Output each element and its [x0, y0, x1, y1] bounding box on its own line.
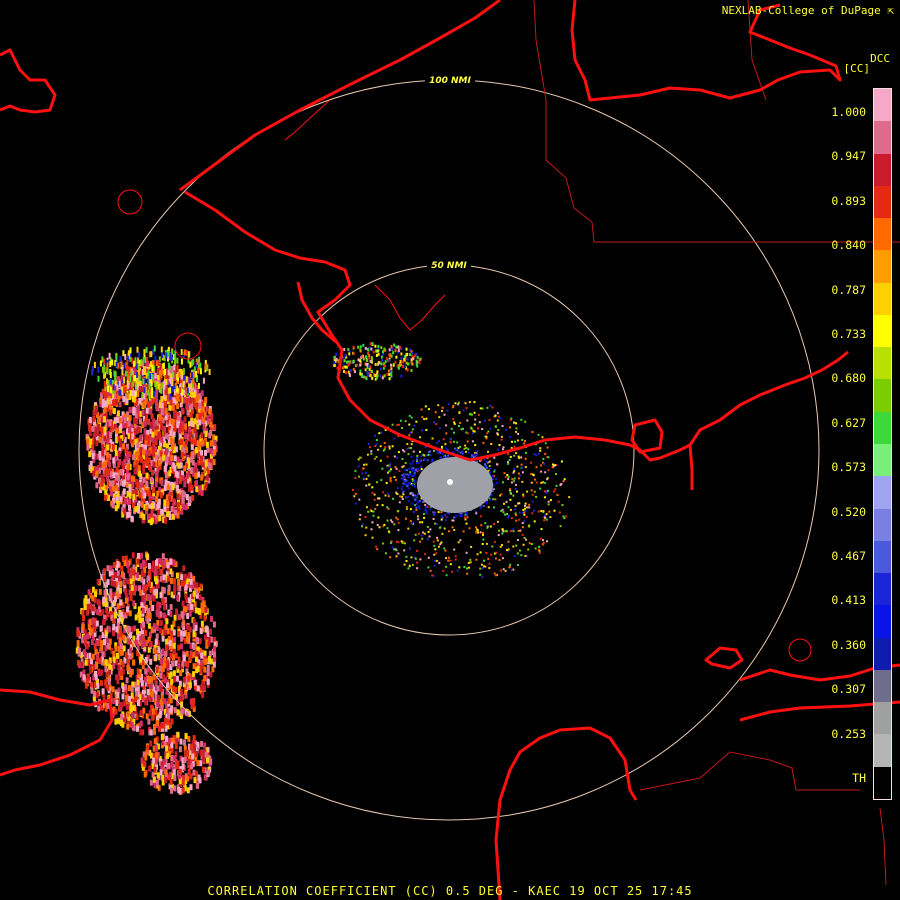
legend-band	[874, 218, 891, 251]
coastline-inner-marsh	[284, 99, 446, 331]
legend-tick-label: 0.947	[831, 149, 866, 164]
legend-band	[874, 573, 891, 606]
legend-band	[874, 121, 891, 155]
legend-tick-label: 0.253	[831, 726, 866, 741]
coastline-bottom-left	[0, 688, 114, 777]
coastline-right-lower	[688, 444, 694, 490]
legend-tick-label: 0.573	[831, 460, 866, 475]
legend-tick-label: 0.893	[831, 193, 866, 208]
legend-band	[874, 476, 891, 510]
legend-band	[874, 153, 891, 187]
range-rings: 50 NMI 100 NMI	[78, 74, 820, 821]
range-ring-label-50: 50 NMI	[431, 261, 467, 271]
legend-tick-label: 0.840	[831, 238, 866, 253]
range-ring-100nmi	[78, 79, 820, 821]
legend-tick-label: 0.307	[831, 682, 866, 697]
product-title: CORRELATION COEFFICIENT (CC) 0.5 DEG - K…	[207, 884, 693, 898]
legend-tick-label: 0.787	[831, 282, 866, 297]
legend-band	[874, 185, 891, 219]
coastline-bay	[630, 418, 664, 454]
legend-band	[874, 250, 891, 284]
product-code: DCC	[870, 52, 890, 65]
legend-band	[874, 282, 891, 316]
legend-band	[874, 347, 891, 380]
legend-band	[874, 89, 891, 122]
legend-tick-label: 0.467	[831, 549, 866, 563]
range-ring-50nmi	[263, 264, 635, 636]
arrow-icon: ⇱	[887, 4, 894, 17]
legend-tick-label: 1.000	[831, 105, 866, 119]
range-ring-label-100: 100 NMI	[429, 76, 471, 86]
color-legend-bar	[873, 88, 892, 800]
legend-band	[874, 702, 891, 735]
radar-map: 50 NMI 100 NMI	[0, 0, 900, 900]
credit-label: NEXLAB-College of DuPage ⇱	[721, 4, 894, 17]
legend-tick-label: TH	[852, 771, 866, 785]
legend-tick-label: 0.627	[831, 415, 866, 430]
legend-band	[874, 411, 891, 445]
legend-tick-label: 0.680	[831, 371, 866, 386]
legend-band	[874, 669, 891, 703]
legend-band	[874, 379, 891, 413]
legend-tick-label: 0.520	[831, 504, 866, 519]
legend-band	[874, 766, 891, 800]
coastline-upper-left	[179, 0, 501, 192]
legend-band	[874, 605, 891, 639]
legend-band	[874, 508, 891, 542]
legend-tick-label: 0.733	[831, 327, 866, 341]
legend-tick-label: 0.413	[831, 593, 866, 608]
radar-site	[447, 479, 453, 485]
coastline-left-bay	[0, 48, 57, 114]
legend-tick-label: 0.360	[831, 637, 866, 652]
unit-label: [CC]	[843, 62, 871, 75]
legend-band	[874, 540, 891, 574]
legend-band	[874, 734, 891, 768]
legend-band	[874, 637, 891, 671]
legend-band	[874, 444, 891, 477]
radar-echoes	[75, 342, 571, 795]
legend-band	[874, 314, 891, 348]
state-borders	[533, 0, 900, 886]
